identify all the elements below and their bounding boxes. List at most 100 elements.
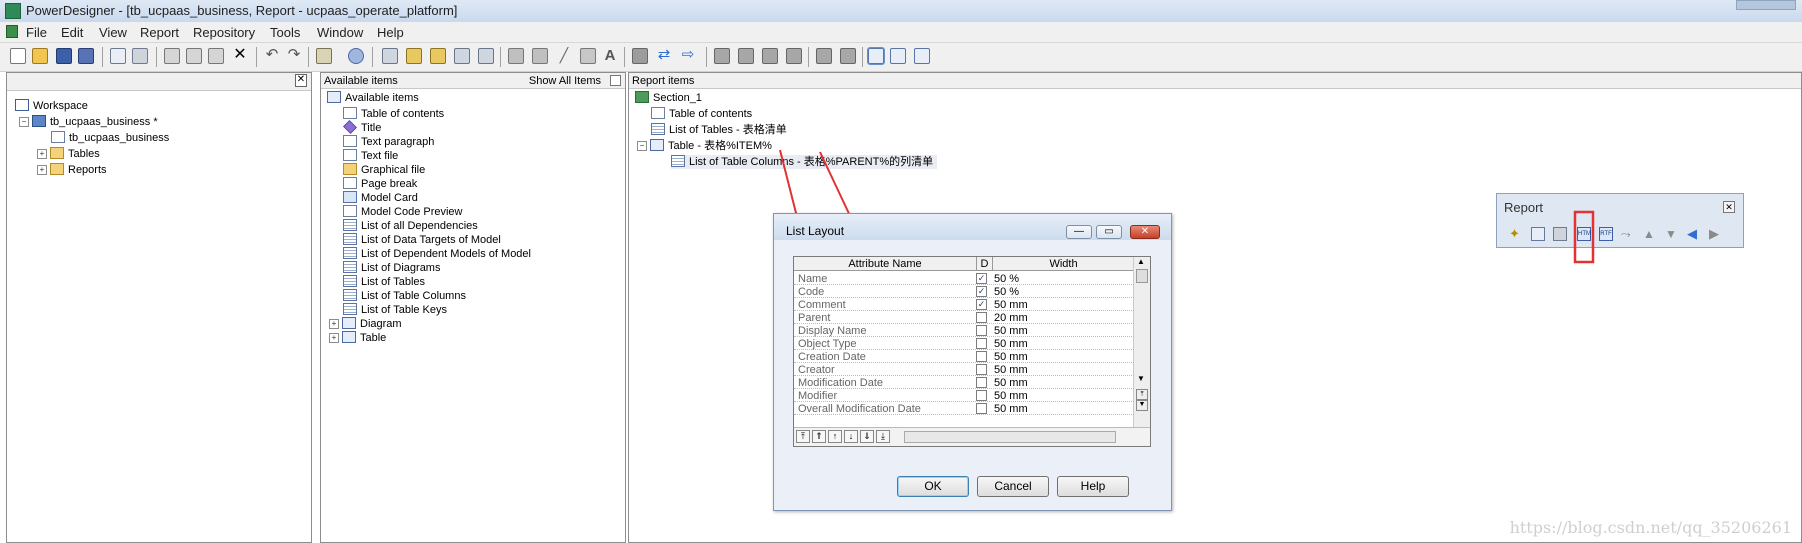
move-up-icon[interactable]: ↑ — [828, 430, 842, 443]
available-item[interactable]: List of Table Keys — [343, 303, 447, 317]
menu-tools[interactable]: Tools — [266, 24, 304, 41]
display-checkbox[interactable]: ✓ — [976, 299, 987, 310]
menu-edit[interactable]: Edit — [57, 24, 87, 41]
paste-icon[interactable] — [208, 48, 224, 64]
available-item[interactable]: List of all Dependencies — [343, 219, 478, 233]
menu-window[interactable]: Window — [313, 24, 367, 41]
close-icon[interactable]: ✕ — [295, 74, 307, 87]
close-icon[interactable]: ✕ — [1723, 201, 1735, 213]
available-item[interactable]: Model Card — [343, 191, 418, 205]
display-checkbox[interactable] — [976, 403, 987, 414]
available-item[interactable]: Text file — [343, 149, 398, 163]
attribute-row[interactable]: Modifier 50 mm — [794, 389, 1134, 402]
undo-icon[interactable]: ↶ — [264, 47, 280, 64]
expand-icon[interactable]: + — [329, 333, 339, 343]
attribute-row[interactable]: Name ✓ 50 % — [794, 272, 1134, 285]
menu-repository[interactable]: Repository — [189, 24, 259, 41]
insert-page-icon[interactable] — [478, 48, 494, 64]
column-header-d[interactable]: D — [976, 257, 992, 271]
ok-button[interactable]: OK — [897, 476, 969, 497]
align-icon[interactable] — [738, 48, 754, 64]
rectangle-icon[interactable] — [532, 48, 548, 64]
scroll-down-icon[interactable]: ▼ — [1136, 374, 1146, 386]
insert-item-icon[interactable] — [430, 48, 446, 64]
print-icon[interactable] — [132, 48, 148, 64]
expand-icon[interactable]: + — [37, 165, 47, 175]
align-icon[interactable] — [714, 48, 730, 64]
report-item-list-of-tables[interactable]: List of Tables - 表格清单 — [651, 123, 787, 137]
report-item-toc[interactable]: Table of contents — [651, 107, 752, 121]
display-checkbox[interactable]: ✓ — [976, 273, 987, 284]
available-item[interactable]: Text paragraph — [343, 135, 434, 149]
move-top-icon[interactable]: ⤒ — [796, 430, 810, 443]
collapse-icon[interactable]: − — [19, 117, 29, 127]
link-icon[interactable] — [580, 48, 596, 64]
attribute-row[interactable]: Overall Modification Date 50 mm — [794, 402, 1134, 415]
cancel-button[interactable]: Cancel — [977, 476, 1049, 497]
left-arrow-icon[interactable]: ◀ — [1687, 227, 1701, 241]
available-item[interactable]: Model Code Preview — [343, 205, 463, 219]
align-icon[interactable] — [762, 48, 778, 64]
available-group[interactable]: + Table — [329, 331, 386, 345]
attribute-width[interactable]: 50 mm — [994, 363, 1028, 377]
collapse-icon[interactable]: − — [637, 141, 647, 151]
browser-view-icon[interactable] — [867, 47, 885, 65]
scroll-end-icon[interactable]: ▼ — [1136, 399, 1148, 411]
attribute-width[interactable]: 50 mm — [994, 389, 1028, 403]
available-items-root[interactable]: Available items — [327, 91, 419, 105]
open-icon[interactable] — [32, 48, 48, 64]
report-section[interactable]: Section_1 — [635, 91, 702, 105]
attribute-row[interactable]: Comment ✓ 50 mm — [794, 298, 1134, 311]
document-icon[interactable] — [6, 25, 18, 38]
html-export-icon[interactable]: HTM — [1577, 227, 1591, 241]
available-item[interactable]: List of Data Targets of Model — [343, 233, 501, 247]
attribute-width[interactable]: 50 mm — [994, 376, 1028, 390]
display-checkbox[interactable] — [976, 351, 987, 362]
properties-icon[interactable] — [316, 48, 332, 64]
attribute-row[interactable]: Creation Date 50 mm — [794, 350, 1134, 363]
down-arrow-icon[interactable]: ▼ — [1665, 227, 1679, 241]
attribute-width[interactable]: 20 mm — [994, 311, 1028, 325]
attribute-width[interactable]: 50 mm — [994, 324, 1028, 338]
maximize-icon[interactable]: ▭ — [1096, 225, 1122, 239]
delete-icon[interactable]: ✕ — [232, 47, 248, 64]
tree-item-model[interactable]: − tb_ucpaas_business * — [19, 115, 158, 129]
tree-item-tables[interactable]: + Tables — [37, 147, 100, 161]
tree-item-workspace[interactable]: Workspace — [15, 99, 88, 113]
generate-icon[interactable]: ⤳ — [1621, 227, 1635, 241]
minimize-icon[interactable]: — — [1066, 225, 1092, 239]
close-icon[interactable]: ✕ — [1130, 225, 1160, 239]
output-view-icon[interactable] — [890, 48, 906, 64]
show-all-items-checkbox[interactable] — [610, 75, 621, 86]
attribute-row[interactable]: Modification Date 50 mm — [794, 376, 1134, 389]
result-view-icon[interactable] — [914, 48, 930, 64]
available-group[interactable]: + Diagram — [329, 317, 402, 331]
attribute-row[interactable]: Object Type 50 mm — [794, 337, 1134, 350]
help-button[interactable]: Help — [1057, 476, 1129, 497]
shape-icon[interactable] — [508, 48, 524, 64]
tree-item-reports[interactable]: + Reports — [37, 163, 107, 177]
scroll-thumb[interactable] — [1136, 269, 1148, 283]
attribute-width[interactable]: 50 mm — [994, 402, 1028, 416]
attribute-row[interactable]: Display Name 50 mm — [794, 324, 1134, 337]
save-icon[interactable] — [56, 48, 72, 64]
display-checkbox[interactable] — [976, 325, 987, 336]
display-checkbox[interactable] — [976, 364, 987, 375]
folder-gray-icon[interactable] — [632, 48, 648, 64]
available-item[interactable]: Page break — [343, 177, 417, 191]
display-checkbox[interactable] — [976, 312, 987, 323]
text-icon[interactable]: A — [602, 48, 618, 64]
available-item[interactable]: Table of contents — [343, 107, 444, 121]
move-up-page-icon[interactable]: ⇑ — [812, 430, 826, 443]
print-preview-icon[interactable] — [1531, 227, 1545, 241]
report-item-list-of-table-columns[interactable]: List of Table Columns - 表格%PARENT%的列清单 — [671, 155, 938, 169]
attribute-width[interactable]: 50 mm — [994, 337, 1028, 351]
display-checkbox[interactable] — [976, 377, 987, 388]
available-item[interactable]: List of Tables — [343, 275, 425, 289]
available-item[interactable]: List of Table Columns — [343, 289, 466, 303]
new-icon[interactable] — [10, 48, 26, 64]
print-preview-icon[interactable] — [110, 48, 126, 64]
available-item[interactable]: Graphical file — [343, 163, 425, 177]
copy-icon[interactable] — [186, 48, 202, 64]
zoom-icon[interactable] — [840, 48, 856, 64]
